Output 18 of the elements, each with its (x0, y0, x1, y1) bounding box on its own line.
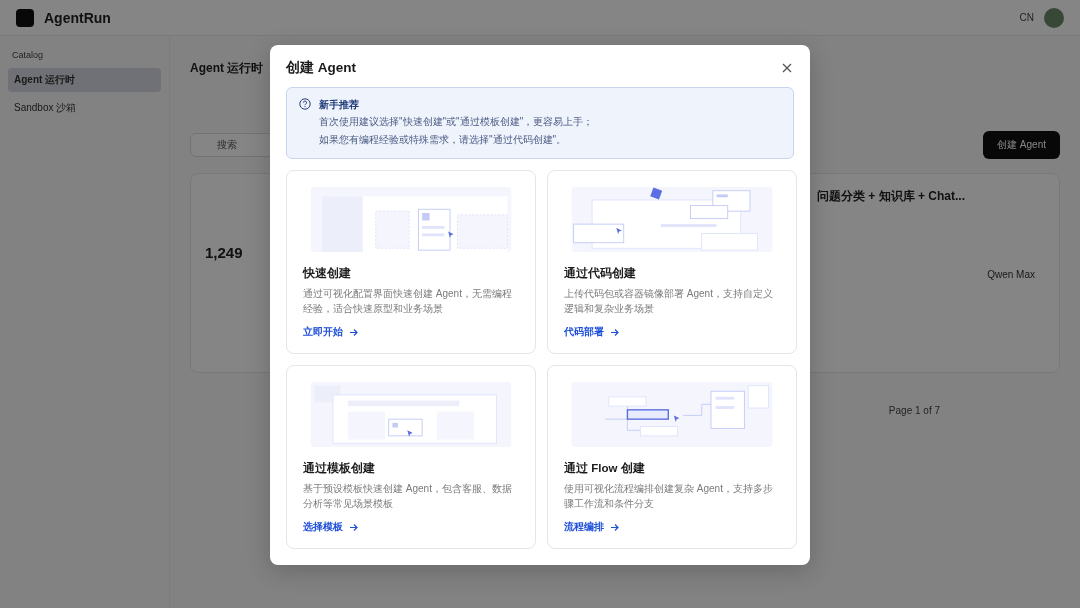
option-title: 快速创建 (303, 266, 352, 281)
option-description: 使用可视化流程编排创建复杂 Agent，支持多步骤工作流和条件分支 (564, 482, 774, 511)
pagination-label: Page 1 of 7 (888, 405, 940, 416)
option-description: 基于预设模板快速创建 Agent，包含客服、数据分析等常见场景模板 (303, 482, 513, 511)
stat-value: 1,249 (205, 244, 244, 261)
sidebar-heading: Catalog (11, 50, 45, 62)
tip-text: 如果您有编程经验或特殊需求，请选择"通过代码创建"。 (319, 133, 568, 147)
option-description: 上传代码包或容器镜像部署 Agent，支持自定义逻辑和复杂业务场景 (564, 287, 774, 316)
tip-title: 新手推荐 (319, 98, 360, 112)
model-name: Qwen Max (987, 269, 1035, 280)
option-title: 通过 Flow 创建 (564, 461, 646, 476)
tip-text: 首次使用建议选择"快速创建"或"通过模板创建"，更容易上手； (319, 115, 594, 129)
agent-title: 问题分类 + 知识库 + Chat... (817, 188, 967, 205)
dialog-title: 创建 Agent (286, 59, 356, 77)
option-description: 通过可视化配置界面快速创建 Agent，无需编程经验，适合快速原型和业务场景 (303, 287, 513, 316)
option-title: 通过模板创建 (303, 461, 376, 476)
page-title: Agent 运行时 (190, 60, 264, 77)
option-title: 通过代码创建 (564, 266, 637, 281)
